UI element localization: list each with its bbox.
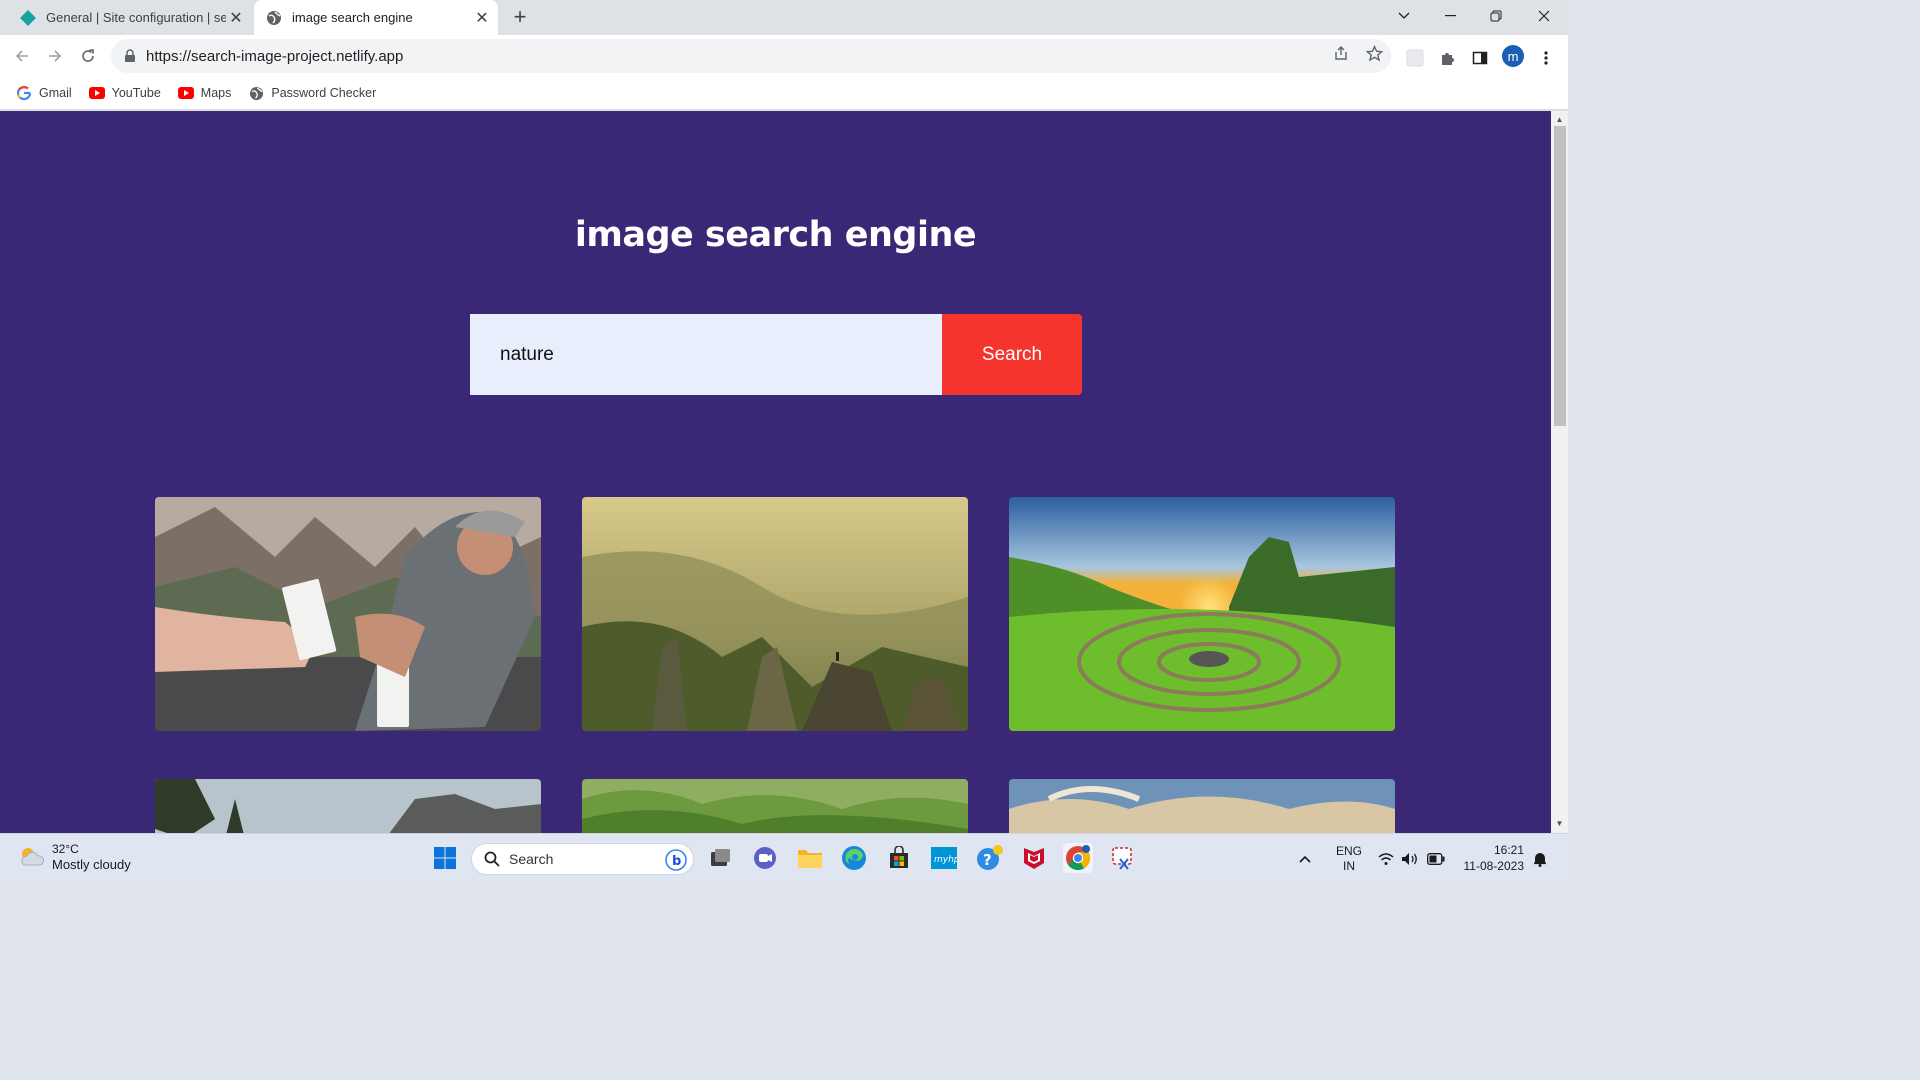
extensions-puzzle-icon[interactable] — [1436, 46, 1460, 70]
taskbar-search-label: Search — [509, 851, 554, 867]
reload-button[interactable] — [74, 42, 102, 70]
task-view-icon[interactable] — [705, 843, 735, 873]
bookmark-youtube[interactable]: YouTube — [88, 85, 161, 101]
result-image[interactable] — [582, 779, 968, 833]
side-panel-icon[interactable] — [1468, 46, 1492, 70]
address-bar[interactable]: https://search-image-project.netlify.app — [111, 39, 1391, 73]
scroll-down-arrow-icon[interactable]: ▼ — [1551, 817, 1568, 831]
reload-icon — [82, 49, 94, 62]
google-icon — [16, 85, 32, 101]
taskbar-clock[interactable]: 16:21 11-08-2023 — [1452, 842, 1525, 874]
clock-date: 11-08-2023 — [1463, 859, 1525, 873]
clock-time: 16:21 — [1493, 843, 1524, 857]
taskbar-search-box[interactable]: Search b — [471, 843, 694, 875]
extension-placeholder-icon[interactable] — [1403, 46, 1427, 70]
windows-taskbar: 32°C Mostly cloudy Search b myhp ? ENG I… — [0, 833, 1568, 882]
tab-search-chevron-icon[interactable] — [1381, 0, 1427, 32]
cloudy-weather-icon — [21, 848, 45, 866]
region-code: IN — [1343, 858, 1355, 873]
weather-widget[interactable]: 32°C Mostly cloudy — [18, 841, 131, 873]
tab-title: image search engine — [292, 10, 413, 25]
bookmarks-bar: Gmail YouTube Maps Password Checker — [0, 77, 1568, 110]
bookmark-label: YouTube — [111, 86, 161, 100]
mcafee-icon[interactable] — [1019, 843, 1049, 873]
close-tab-icon[interactable]: ✕ — [472, 8, 492, 28]
share-icon[interactable] — [1331, 43, 1351, 63]
scroll-up-arrow-icon[interactable]: ▲ — [1551, 113, 1568, 127]
language-code: ENG — [1336, 843, 1363, 858]
bookmark-star-icon[interactable] — [1364, 43, 1384, 63]
windows-start-icon[interactable] — [430, 843, 460, 873]
result-image[interactable] — [1009, 497, 1395, 731]
restore-button[interactable] — [1473, 0, 1519, 32]
globe-icon — [248, 85, 264, 101]
bookmark-maps[interactable]: Maps — [177, 85, 232, 101]
svg-text:?: ? — [983, 851, 992, 869]
tab-strip: General | Site configuration | search ✕ … — [0, 0, 1568, 35]
forward-button[interactable] — [41, 42, 69, 70]
profile-avatar[interactable]: m — [1502, 45, 1524, 67]
chrome-icon[interactable] — [1063, 843, 1093, 873]
microsoft-store-icon[interactable] — [884, 843, 914, 873]
youtube-icon — [177, 85, 194, 101]
close-tab-icon[interactable]: ✕ — [226, 8, 246, 28]
teams-chat-icon[interactable] — [750, 843, 780, 873]
battery-icon[interactable] — [1427, 834, 1445, 883]
notification-bell-icon[interactable] — [1532, 834, 1548, 883]
bookmark-label: Password Checker — [271, 86, 377, 100]
input-language-indicator[interactable]: ENG IN — [1336, 834, 1362, 883]
youtube-icon — [88, 85, 105, 101]
snipping-tool-icon[interactable] — [1108, 843, 1138, 873]
show-hidden-icons-chevron[interactable] — [1298, 834, 1312, 883]
netlify-diamond-icon — [20, 9, 36, 26]
back-button[interactable] — [8, 42, 36, 70]
volume-icon[interactable] — [1401, 834, 1419, 883]
back-arrow-icon — [15, 50, 28, 62]
tab-site-configuration[interactable]: General | Site configuration | search ✕ — [8, 0, 252, 35]
browser-toolbar: https://search-image-project.netlify.app — [0, 35, 1568, 77]
result-image[interactable] — [582, 497, 968, 731]
weather-condition: Mostly cloudy — [52, 857, 131, 872]
result-image[interactable] — [1009, 779, 1395, 833]
new-tab-button[interactable]: + — [508, 6, 532, 30]
minimize-button[interactable] — [1427, 0, 1473, 32]
search-form: Search — [470, 314, 1082, 395]
search-input[interactable] — [470, 314, 942, 395]
globe-icon — [267, 10, 281, 25]
svg-text:b: b — [672, 854, 681, 869]
web-page: image search engine Search — [0, 111, 1551, 833]
search-icon — [484, 851, 500, 867]
edge-browser-icon[interactable] — [839, 843, 869, 873]
svg-text:myhp: myhp — [934, 855, 957, 865]
bookmark-label: Maps — [200, 86, 232, 100]
tab-image-search-engine[interactable]: image search engine ✕ — [254, 0, 498, 35]
result-image[interactable] — [155, 497, 541, 731]
page-title: image search engine — [574, 215, 977, 255]
bookmark-password-checker[interactable]: Password Checker — [248, 85, 376, 101]
forward-arrow-icon — [49, 50, 62, 62]
get-help-icon[interactable]: ? — [974, 843, 1004, 873]
lock-icon[interactable] — [123, 49, 137, 63]
bing-icon[interactable]: b — [665, 849, 687, 871]
tab-title: General | Site configuration | search — [46, 10, 226, 25]
url-text[interactable]: https://search-image-project.netlify.app — [146, 48, 403, 65]
weather-temperature: 32°C — [52, 842, 79, 856]
result-image[interactable] — [155, 779, 541, 833]
search-button[interactable]: Search — [942, 314, 1082, 395]
kebab-menu-icon[interactable] — [1534, 46, 1558, 70]
page-scrollbar[interactable]: ▲ ▼ — [1551, 111, 1568, 833]
scrollbar-thumb[interactable] — [1554, 126, 1566, 426]
wifi-icon[interactable] — [1378, 834, 1394, 883]
bookmark-label: Gmail — [39, 86, 72, 100]
myhp-icon[interactable]: myhp — [929, 843, 959, 873]
bookmark-gmail[interactable]: Gmail — [16, 85, 72, 101]
file-explorer-icon[interactable] — [795, 843, 825, 873]
close-window-button[interactable] — [1521, 0, 1567, 32]
